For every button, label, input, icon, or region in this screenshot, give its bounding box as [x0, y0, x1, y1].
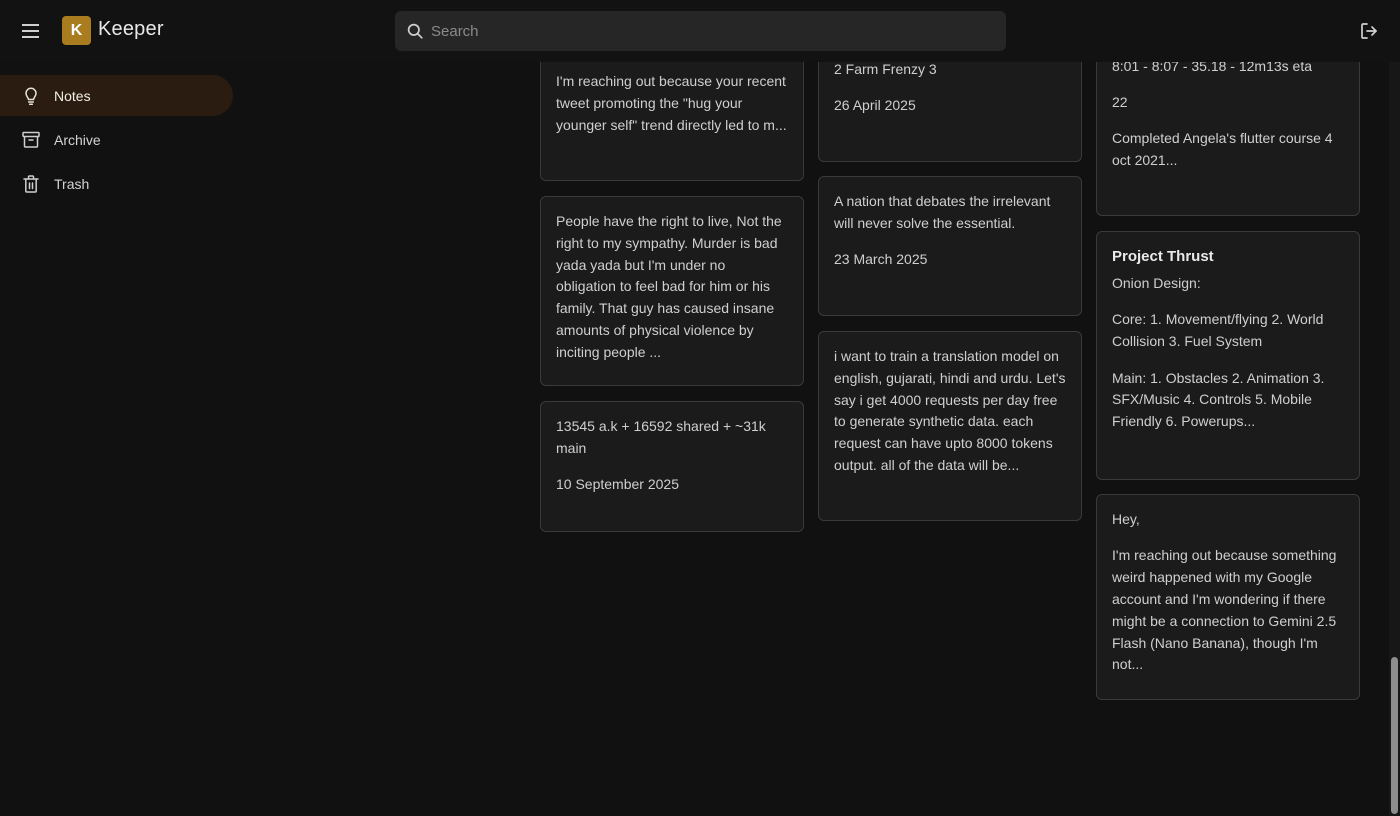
top-app-bar: K Keeper [0, 0, 1400, 62]
note-text: 22 [1112, 93, 1128, 110]
note-card[interactable]: Project Thrust Onion Design: Core: 1. Mo… [1096, 231, 1360, 480]
note-text: I'm reaching out because your recent twe… [556, 73, 787, 133]
sidebar-item-trash[interactable]: Trash [0, 163, 233, 204]
sidebar-nav: Notes Archive Trash [0, 75, 234, 207]
sidebar-item-label: Archive [54, 131, 101, 148]
lightbulb-icon [22, 87, 40, 105]
note-text: Hey, [1112, 511, 1140, 527]
main-menu-button[interactable] [16, 16, 46, 46]
note-text: Main: 1. Obstacles 2. Animation 3. SFX/M… [1112, 369, 1325, 430]
search-icon [395, 23, 431, 39]
note-text: People have the right to live, Not the r… [556, 213, 782, 360]
scrollbar-thumb[interactable] [1391, 657, 1398, 814]
note-title: Project Thrust [1112, 248, 1214, 265]
note-text: i want to train a translation model on e… [834, 348, 1066, 473]
hamburger-menu-icon [22, 24, 39, 38]
note-text: 2 Farm Frenzy 3 [834, 61, 937, 77]
logout-button[interactable] [1356, 18, 1382, 44]
note-card[interactable]: 8:01 - 8:07 - 35.18 - 12m13s eta 22 Comp… [1096, 40, 1360, 216]
note-text: 10 September 2025 [556, 476, 679, 493]
note-text: A nation that debates the irrelevant wil… [834, 193, 1051, 231]
note-card[interactable]: People have the right to live, Not the r… [540, 196, 804, 386]
sidebar-item-label: Notes [54, 87, 91, 104]
search-bar[interactable] [395, 11, 1006, 51]
note-card[interactable]: Hey, I'm reaching out because something … [1096, 494, 1360, 700]
note-text: 26 April 2025 [834, 97, 916, 114]
search-input[interactable] [431, 22, 1006, 40]
trash-icon [22, 174, 40, 193]
sidebar-item-archive[interactable]: Archive [0, 119, 233, 160]
note-text: 13545 a.k + 16592 shared + ~31k main [556, 418, 766, 456]
note-card[interactable]: 13545 a.k + 16592 shared + ~31k main 10 … [540, 401, 804, 532]
note-card[interactable]: i want to train a translation model on e… [818, 331, 1082, 521]
note-card[interactable]: A nation that debates the irrelevant wil… [818, 176, 1082, 316]
note-text: Completed Angela's flutter course 4 oct … [1112, 130, 1333, 169]
logout-icon [1361, 23, 1377, 39]
page-scrollbar[interactable] [1389, 62, 1400, 816]
note-text: Core: 1. Movement/flying 2. World Collis… [1112, 311, 1324, 350]
archive-box-icon [22, 131, 40, 149]
app-logo: K [62, 16, 91, 45]
sidebar-item-notes[interactable]: Notes [0, 75, 233, 116]
note-text: I'm reaching out because something weird… [1112, 547, 1337, 673]
note-text: 23 March 2025 [834, 251, 928, 268]
sidebar-item-label: Trash [54, 175, 90, 192]
note-text: Onion Design: [1112, 275, 1201, 291]
app-title: Keeper [98, 18, 164, 40]
